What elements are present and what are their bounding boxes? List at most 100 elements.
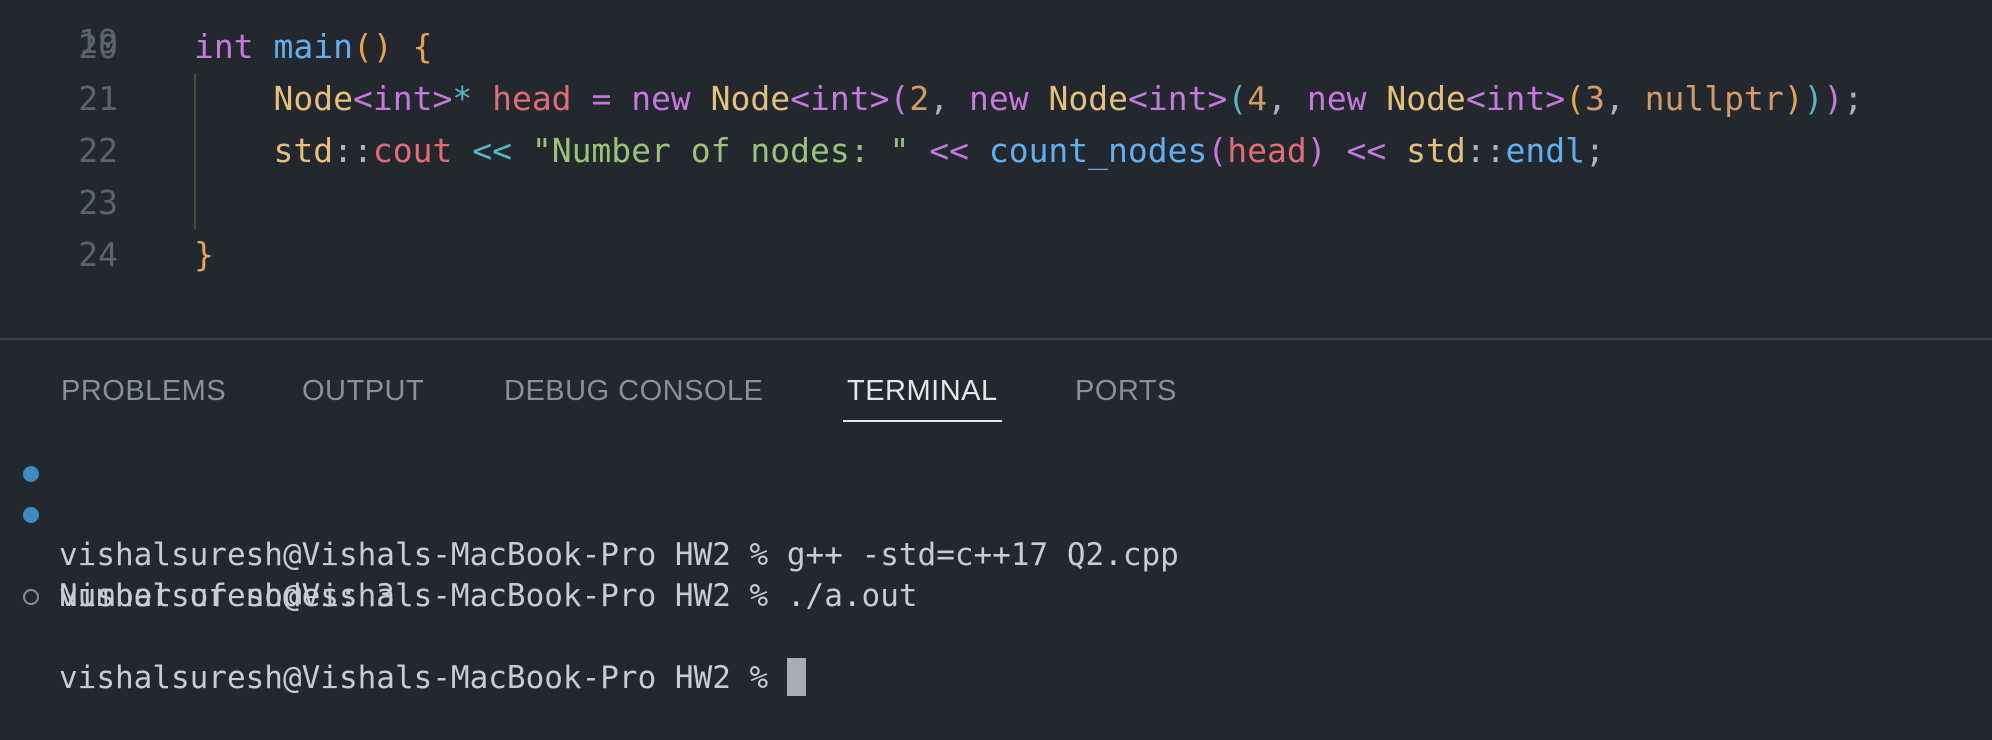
code-token: int: [1485, 79, 1546, 118]
code-token: 2: [909, 79, 930, 118]
panel-tabs: PROBLEMS OUTPUT DEBUG CONSOLE TERMINAL P…: [0, 340, 1992, 430]
code-token: nullptr: [1644, 79, 1784, 118]
tab-problems[interactable]: PROBLEMS: [61, 368, 226, 422]
code-token: ,: [929, 79, 950, 118]
terminal-line: vishalsuresh@Vishals-MacBook-Pro HW2 % .…: [0, 494, 1992, 614]
code-token: 4: [1247, 79, 1268, 118]
code-token: head: [1227, 131, 1307, 170]
code-token: ;: [1843, 79, 1864, 118]
code-text: Node<int>* head = new Node<int>(2, new N…: [194, 73, 1863, 125]
tab-debug-console[interactable]: DEBUG CONSOLE: [504, 368, 764, 422]
code-token: main: [273, 27, 353, 66]
code-token: new: [969, 79, 1029, 118]
code-token: ,: [1267, 79, 1287, 118]
bottom-panel: PROBLEMS OUTPUT DEBUG CONSOLE TERMINAL P…: [0, 340, 1992, 696]
terminal-prompt-line[interactable]: vishalsuresh@Vishals-MacBook-Pro HW2 %: [0, 576, 1992, 696]
code-token: ): [1306, 131, 1327, 170]
tab-ports[interactable]: PORTS: [1075, 368, 1177, 422]
code-token: >: [432, 79, 453, 118]
code-token: }: [194, 235, 214, 274]
line-number: 24: [78, 235, 118, 274]
line-number: 21: [78, 79, 118, 118]
tab-terminal[interactable]: TERMINAL: [843, 368, 1002, 422]
code-token: cout: [372, 131, 453, 170]
code-token: <: [1127, 79, 1148, 118]
code-line[interactable]: 24}: [0, 229, 1992, 281]
line-number: 23: [78, 183, 118, 222]
code-token: int: [372, 79, 433, 118]
code-token: (: [1207, 131, 1228, 170]
code-token: count_nodes: [988, 131, 1208, 170]
line-number: 22: [78, 131, 118, 170]
code-token: >: [1207, 79, 1228, 118]
code-token: <<: [472, 131, 512, 170]
code-token: {: [412, 27, 433, 66]
code-token: 3: [1585, 79, 1605, 118]
code-token: std: [1406, 131, 1466, 170]
code-token: ): [1783, 79, 1804, 118]
code-token: "Number of nodes: ": [531, 131, 910, 170]
code-token: =: [591, 79, 612, 118]
code-token: <: [790, 79, 811, 118]
code-text: std::cout << "Number of nodes: " << coun…: [194, 125, 1605, 177]
command-success-icon[interactable]: [23, 466, 39, 482]
code-token: Node: [1048, 79, 1128, 118]
code-token: >: [1545, 79, 1566, 118]
code-token: new: [1306, 79, 1367, 118]
code-token: *: [452, 79, 473, 118]
code-token: <<: [1346, 131, 1387, 170]
code-line[interactable]: 20 int main() {: [0, 21, 1992, 73]
terminal-output-line: Number of nodes: 3: [0, 535, 1992, 614]
code-token: ;: [1584, 131, 1605, 170]
code-token: Node: [710, 79, 791, 118]
command-success-icon[interactable]: [23, 507, 39, 523]
terminal-cursor: [786, 658, 806, 696]
code-text: }: [194, 229, 214, 281]
code-token: int: [810, 79, 870, 118]
code-line[interactable]: 23: [0, 177, 1992, 229]
code-token: ::: [333, 131, 373, 170]
code-token: ::: [1465, 131, 1506, 170]
command-pending-icon: [23, 589, 39, 605]
code-token: ): [1803, 79, 1824, 118]
code-token: (: [1227, 79, 1248, 118]
code-token: head: [492, 79, 572, 118]
tab-output[interactable]: OUTPUT: [302, 368, 424, 422]
code-token: ,: [1604, 79, 1625, 118]
code-line[interactable]: 22 std::cout << "Number of nodes: " << c…: [0, 125, 1992, 177]
code-token: Node: [273, 79, 353, 118]
code-token: Node: [1386, 79, 1466, 118]
code-editor[interactable]: 19 20 int main() {21 Node<int>* head = ne…: [0, 0, 1992, 338]
code-token: new: [631, 79, 691, 118]
code-token: <: [1465, 79, 1486, 118]
code-token: int: [194, 27, 254, 66]
code-line[interactable]: 21 Node<int>* head = new Node<int>(2, ne…: [0, 73, 1992, 125]
code-token: endl: [1505, 131, 1585, 170]
terminal-line: vishalsuresh@Vishals-MacBook-Pro HW2 % g…: [0, 453, 1992, 573]
code-token: std: [273, 131, 334, 170]
code-text: int main() {: [194, 21, 432, 73]
code-token: int: [1147, 79, 1208, 118]
code-token: <<: [929, 131, 969, 170]
code-token: >: [869, 79, 890, 118]
code-token: (): [352, 27, 393, 66]
code-line-partial: 19: [0, 0, 1992, 61]
